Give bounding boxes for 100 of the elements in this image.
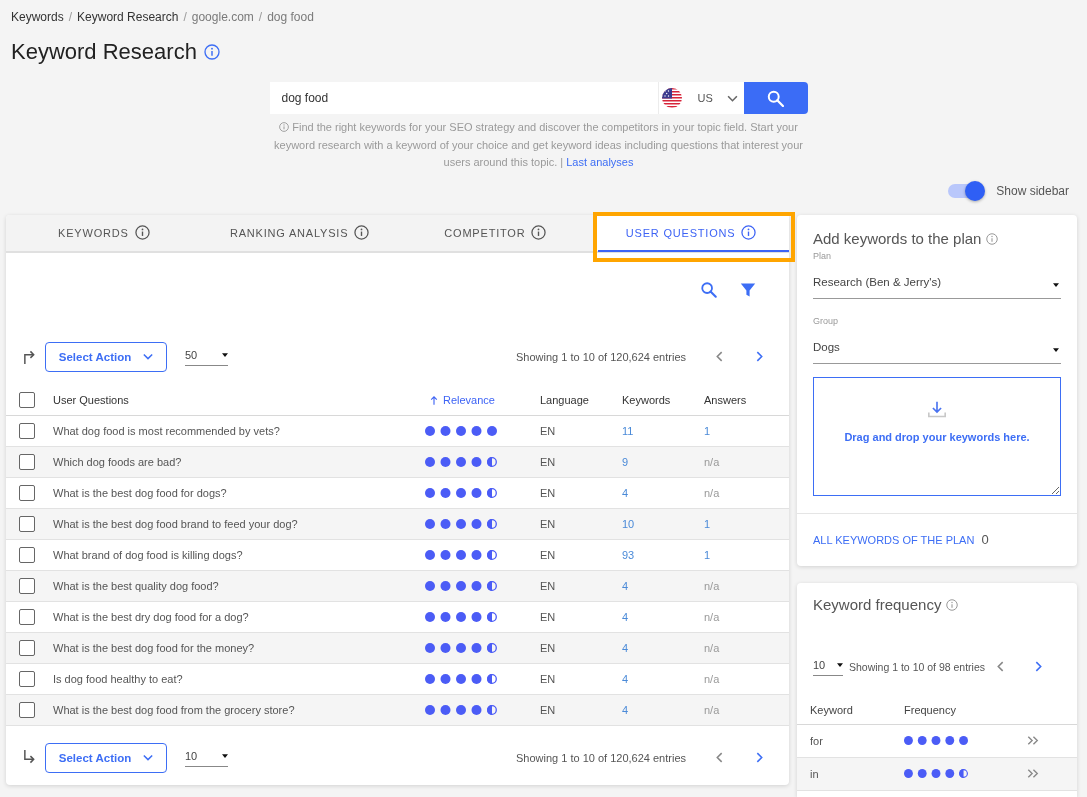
question-cell: What dog food is most recommended by vets? — [53, 424, 280, 437]
question-cell: What is the best dog food from the grocery store? — [53, 703, 295, 716]
select-action-button[interactable]: Select Action — [45, 341, 167, 372]
breadcrumb-item: dog food — [267, 9, 314, 25]
select-action-button[interactable]: Select Action — [45, 742, 167, 773]
column-header[interactable]: Keyword — [810, 703, 853, 716]
keywords-link[interactable]: 93 — [622, 548, 635, 561]
search-icon — [767, 89, 784, 107]
question-cell: What is the best dog food for dogs? — [53, 486, 227, 499]
keywords-link[interactable]: 10 — [622, 517, 635, 530]
toggle-label: Show sidebar — [996, 183, 1069, 198]
caret-icon — [837, 663, 843, 667]
info-icon[interactable] — [986, 232, 999, 245]
group-select[interactable]: Dogs — [813, 331, 1061, 364]
chevron-right-icon[interactable] — [756, 351, 763, 362]
info-icon[interactable] — [203, 44, 220, 60]
row-checkbox[interactable] — [19, 484, 35, 501]
keywords-link[interactable]: 4 — [622, 579, 629, 592]
breadcrumb-link[interactable]: Keywords — [11, 9, 64, 25]
tab[interactable]: RANKING ANALYSIS — [201, 214, 398, 251]
language-cell: EN — [540, 486, 556, 499]
language-cell: EN — [540, 579, 556, 592]
info-icon — [279, 122, 290, 132]
info-icon[interactable] — [946, 598, 959, 611]
breadcrumb-separator: / — [258, 9, 263, 25]
column-header[interactable]: Language — [540, 393, 589, 406]
info-icon[interactable] — [354, 225, 370, 240]
language-cell: EN — [540, 641, 556, 654]
row-checkbox[interactable] — [19, 577, 35, 594]
breadcrumb-separator: / — [68, 9, 73, 25]
column-header[interactable]: Answers — [704, 393, 747, 406]
question-cell: Which dog foods are bad? — [53, 455, 182, 468]
row-checkbox[interactable] — [19, 701, 35, 718]
page-title: Keyword Research — [11, 38, 197, 66]
keywords-link[interactable]: 4 — [622, 703, 629, 716]
select-all-checkbox[interactable] — [19, 391, 35, 408]
breadcrumb-link[interactable]: Keyword Research — [77, 9, 179, 25]
row-checkbox[interactable] — [19, 608, 35, 625]
keywords-link[interactable]: 4 — [622, 641, 629, 654]
chevron-left-icon[interactable] — [997, 661, 1004, 672]
answers-cell: n/a — [704, 486, 720, 499]
search-icon[interactable] — [700, 280, 718, 299]
per-page-select[interactable]: 50 — [185, 347, 228, 366]
answers-cell: n/a — [704, 579, 720, 592]
country-select[interactable]: US — [657, 82, 744, 114]
row-checkbox[interactable] — [19, 422, 35, 439]
language-cell: EN — [540, 610, 556, 623]
keywords-link[interactable]: 4 — [622, 486, 629, 499]
keyword-cell: in — [810, 767, 819, 780]
tab[interactable]: KEYWORDS — [6, 214, 202, 251]
all-keywords-link[interactable]: ALL KEYWORDS OF THE PLAN — [813, 533, 975, 546]
chevron-down-icon — [726, 94, 738, 102]
per-page-select[interactable]: 10 — [813, 657, 843, 676]
plan-select[interactable]: Research (Ben & Jerry's) — [813, 266, 1061, 299]
pagination-summary: Showing 1 to 10 of 120,624 entries — [516, 350, 686, 363]
language-cell: EN — [540, 672, 556, 685]
filter-icon[interactable] — [740, 281, 756, 298]
answers-link[interactable]: 1 — [704, 548, 711, 561]
keywords-link[interactable]: 4 — [622, 610, 629, 623]
double-chevron-icon[interactable] — [1027, 768, 1039, 779]
last-analyses-link[interactable]: Last analyses — [566, 156, 634, 168]
panel-title: Add keywords to the plan — [813, 230, 982, 247]
download-icon — [927, 400, 947, 419]
chevron-left-icon[interactable] — [716, 752, 723, 763]
chevron-down-icon — [143, 754, 154, 761]
column-header[interactable]: Relevance — [430, 393, 495, 406]
pagination-summary: Showing 1 to 10 of 98 entries — [849, 660, 985, 673]
row-checkbox[interactable] — [19, 670, 35, 687]
search-button[interactable] — [743, 82, 808, 114]
chevron-right-icon[interactable] — [1035, 661, 1042, 672]
sidebar-toggle[interactable] — [948, 180, 986, 201]
row-checkbox[interactable] — [19, 515, 35, 532]
double-chevron-icon[interactable] — [1027, 735, 1039, 746]
row-checkbox[interactable] — [19, 639, 35, 656]
answers-cell: n/a — [704, 455, 720, 468]
keywords-link[interactable]: 9 — [622, 455, 629, 468]
keywords-link[interactable]: 11 — [622, 424, 634, 437]
chevron-left-icon[interactable] — [716, 351, 723, 362]
keywords-link[interactable]: 4 — [622, 672, 629, 685]
info-icon[interactable] — [134, 225, 150, 240]
keyword-drop-field[interactable]: Drag and drop your keywords here. — [813, 376, 1061, 496]
keyword-count: 0 — [981, 532, 989, 547]
breadcrumb-separator: / — [183, 9, 187, 25]
column-header[interactable]: Frequency — [904, 703, 956, 716]
row-checkbox[interactable] — [19, 546, 35, 563]
column-header[interactable]: User Questions — [53, 393, 129, 406]
column-header[interactable]: Keywords — [622, 393, 671, 406]
tab[interactable]: COMPETITOR — [397, 214, 594, 251]
search-field[interactable]: dog food — [269, 82, 658, 114]
per-page-select[interactable]: 10 — [185, 748, 228, 767]
answers-link[interactable]: 1 — [704, 517, 711, 530]
caret-icon — [222, 754, 228, 758]
answers-link[interactable]: 1 — [704, 424, 711, 437]
info-icon[interactable] — [531, 225, 547, 240]
answers-cell: n/a — [704, 641, 720, 654]
row-checkbox[interactable] — [19, 453, 35, 470]
pagination-summary: Showing 1 to 10 of 120,624 entries — [516, 751, 686, 764]
chevron-right-icon[interactable] — [756, 752, 763, 763]
question-cell: What is the best quality dog food? — [53, 579, 219, 592]
info-icon[interactable] — [741, 225, 757, 240]
